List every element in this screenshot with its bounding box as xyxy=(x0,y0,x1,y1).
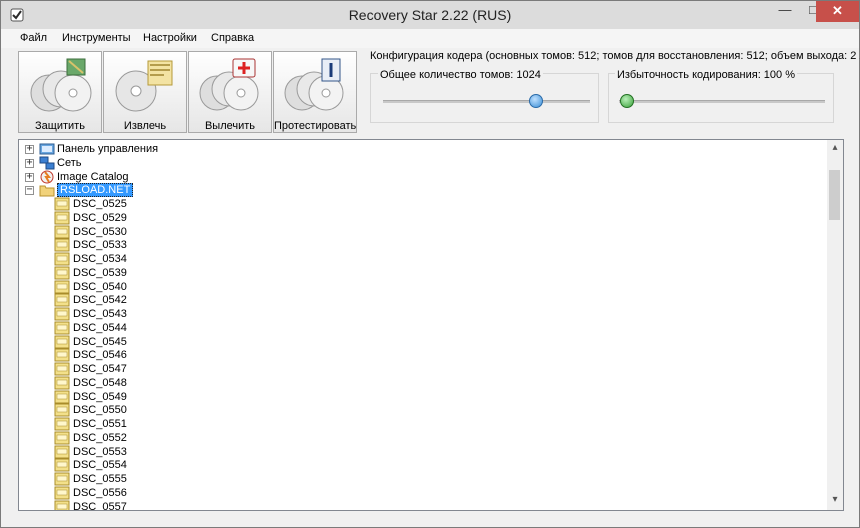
rs-file-icon xyxy=(54,335,70,348)
heal-disks-icon xyxy=(199,58,259,111)
extract-disks-icon xyxy=(115,60,173,112)
tree-file-label[interactable]: DSC_0549 xyxy=(73,391,127,403)
tree-node-label[interactable]: Сеть xyxy=(57,157,81,169)
rs-file-icon xyxy=(54,431,70,445)
tree-file-label[interactable]: DSC_0552 xyxy=(73,432,127,444)
extract-button[interactable]: Извлечь xyxy=(103,51,187,133)
heal-button[interactable]: Вылечить xyxy=(188,51,272,133)
test-button[interactable]: Протестировать xyxy=(273,51,357,133)
expander-glyph: + xyxy=(26,143,33,154)
rs-file-icon xyxy=(54,390,70,403)
menu-bar: Файл Инструменты Настройки Справка xyxy=(1,29,859,48)
heal-label: Вылечить xyxy=(204,120,256,132)
app-window: Recovery Star 2.22 (RUS) — □ ✕ Файл Инст… xyxy=(0,0,860,528)
rs-file-icon xyxy=(54,376,70,390)
tree-file-label[interactable]: DSC_0555 xyxy=(73,473,127,485)
tree-file-label[interactable]: DSC_0546 xyxy=(73,349,127,361)
expander-glyph: + xyxy=(26,170,33,182)
tree-file-label[interactable]: DSC_0530 xyxy=(73,226,127,238)
folder-icon xyxy=(39,185,55,197)
test-label: Протестировать xyxy=(274,120,357,132)
rs-file-icon xyxy=(54,293,70,307)
menu-tools[interactable]: Инструменты xyxy=(62,32,131,44)
image-catalog-icon xyxy=(40,170,54,183)
expand-icon[interactable]: + xyxy=(25,143,34,154)
rs-file-icon xyxy=(54,197,70,211)
redundancy-slider-track[interactable] xyxy=(619,100,825,103)
control-panel-icon xyxy=(39,143,55,155)
rs-file-icon xyxy=(54,211,70,225)
tree-file-label[interactable]: DSC_0547 xyxy=(73,363,127,375)
tree-node-label[interactable]: Image Catalog xyxy=(57,171,129,183)
rs-file-icon xyxy=(54,252,70,266)
tree-file-label[interactable]: DSC_0533 xyxy=(73,239,127,251)
test-disks-icon xyxy=(284,58,344,111)
tree-file-label[interactable]: DSC_0543 xyxy=(73,308,127,320)
rs-file-icon xyxy=(54,472,70,486)
rs-file-icon xyxy=(54,307,70,321)
scroll-down-icon[interactable]: ▾ xyxy=(827,494,843,510)
protect-button[interactable]: Защитить xyxy=(18,51,102,133)
tree-file-label[interactable]: DSC_0554 xyxy=(73,459,127,471)
volumes-slider-track[interactable] xyxy=(383,100,590,103)
file-tree[interactable]: + Панель управления + Сеть + Image Catalog − RS… xyxy=(18,139,844,511)
volumes-label: Общее количество томов: 1024 xyxy=(378,69,543,81)
close-icon: ✕ xyxy=(832,3,843,18)
protect-label: Защитить xyxy=(35,120,85,132)
rs-file-icon xyxy=(54,500,70,510)
expander-glyph: − xyxy=(26,184,33,196)
rs-file-icon xyxy=(54,458,70,472)
expand-icon[interactable]: + xyxy=(25,156,34,168)
scroll-thumb[interactable] xyxy=(829,170,840,220)
tree-file-label[interactable]: DSC_0540 xyxy=(73,281,127,293)
network-icon xyxy=(39,156,55,170)
minimize-button[interactable]: — xyxy=(771,1,799,22)
rs-file-icon xyxy=(54,486,70,500)
tree-file-label[interactable]: DSC_0529 xyxy=(73,212,127,224)
menu-file[interactable]: Файл xyxy=(20,32,47,44)
tree-file-label[interactable]: DSC_0542 xyxy=(73,294,127,306)
tree-file-label[interactable]: DSC_0550 xyxy=(73,404,127,416)
rs-file-icon xyxy=(54,362,70,376)
close-button[interactable]: ✕ xyxy=(816,1,859,22)
rs-file-icon xyxy=(54,348,70,362)
protect-disks-icon xyxy=(30,58,92,112)
extract-label: Извлечь xyxy=(123,120,167,132)
tree-file-label[interactable]: DSC_0525 xyxy=(73,198,127,210)
redundancy-label: Избыточность кодирования: 100 % xyxy=(615,69,797,81)
minimize-icon: — xyxy=(778,2,792,17)
rs-file-icon xyxy=(54,321,70,335)
title-bar[interactable]: Recovery Star 2.22 (RUS) — □ ✕ xyxy=(1,1,859,29)
tree-file-label[interactable]: DSC_0556 xyxy=(73,487,127,499)
rs-file-icon xyxy=(54,238,70,252)
encoder-config-caption: Конфигурация кодера (основных томов: 512… xyxy=(370,50,860,62)
expand-icon[interactable]: + xyxy=(25,170,34,182)
rs-file-icon xyxy=(54,417,70,431)
tree-file-label[interactable]: DSC_0551 xyxy=(73,418,127,430)
tree-node-label[interactable]: RSLOAD.NET xyxy=(57,183,134,198)
tree-file-label[interactable]: DSC_0539 xyxy=(73,267,127,279)
expander-glyph: + xyxy=(26,156,33,168)
scroll-up-icon[interactable]: ▴ xyxy=(827,142,843,158)
tree-scrollbar[interactable]: ▴ ▾ xyxy=(827,140,843,510)
menu-settings[interactable]: Настройки xyxy=(143,32,197,44)
rs-file-icon xyxy=(54,403,70,417)
tree-file-label[interactable]: DSC_0534 xyxy=(73,253,127,265)
tree-file-label[interactable]: DSC_0548 xyxy=(73,377,127,389)
rs-file-icon xyxy=(54,225,70,238)
tree-file-label[interactable]: DSC_0557 xyxy=(73,501,127,511)
tree-file-label[interactable]: DSC_0553 xyxy=(73,446,127,458)
tree-file-label[interactable]: DSC_0545 xyxy=(73,336,127,348)
tree-file-label[interactable]: DSC_0544 xyxy=(73,322,127,334)
tree-node-label[interactable]: Панель управления xyxy=(57,143,158,155)
rs-file-icon xyxy=(54,266,70,280)
window-title: Recovery Star 2.22 (RUS) xyxy=(348,7,512,23)
rs-file-icon xyxy=(54,280,70,293)
rs-file-icon xyxy=(54,445,70,458)
menu-help[interactable]: Справка xyxy=(211,32,254,44)
collapse-icon[interactable]: − xyxy=(25,184,34,196)
